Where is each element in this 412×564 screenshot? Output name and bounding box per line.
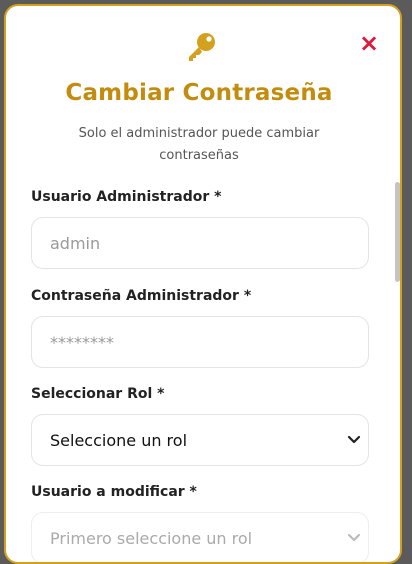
chevron-down-icon	[347, 533, 361, 542]
chevron-down-icon	[347, 435, 361, 444]
target-user-select-value: Primero seleccione un rol	[50, 528, 253, 548]
admin-user-input[interactable]	[31, 217, 369, 269]
role-select[interactable]: Seleccione un rol	[31, 414, 369, 466]
admin-password-label: Contraseña Administrador *	[31, 288, 252, 304]
admin-user-label: Usuario Administrador *	[31, 189, 222, 205]
scrollbar-track[interactable]	[394, 16, 400, 556]
key-icon	[189, 33, 215, 61]
modal-subtitle: Solo el administrador puede cambiar cont…	[78, 126, 320, 163]
target-user-label: Usuario a modificar *	[31, 484, 197, 500]
close-icon: ×	[358, 29, 380, 57]
target-user-select[interactable]: Primero seleccione un rol	[31, 512, 369, 562]
modal-title: Cambiar Contraseña	[65, 80, 333, 106]
scrollbar-thumb[interactable]	[395, 182, 400, 282]
close-button[interactable]: ×	[358, 29, 380, 57]
role-label: Seleccionar Rol *	[31, 386, 165, 402]
admin-password-input[interactable]	[31, 316, 369, 368]
change-password-modal: × Cambiar Contraseña Solo el administrad…	[4, 4, 402, 564]
role-select-value: Seleccione un rol	[50, 430, 188, 450]
